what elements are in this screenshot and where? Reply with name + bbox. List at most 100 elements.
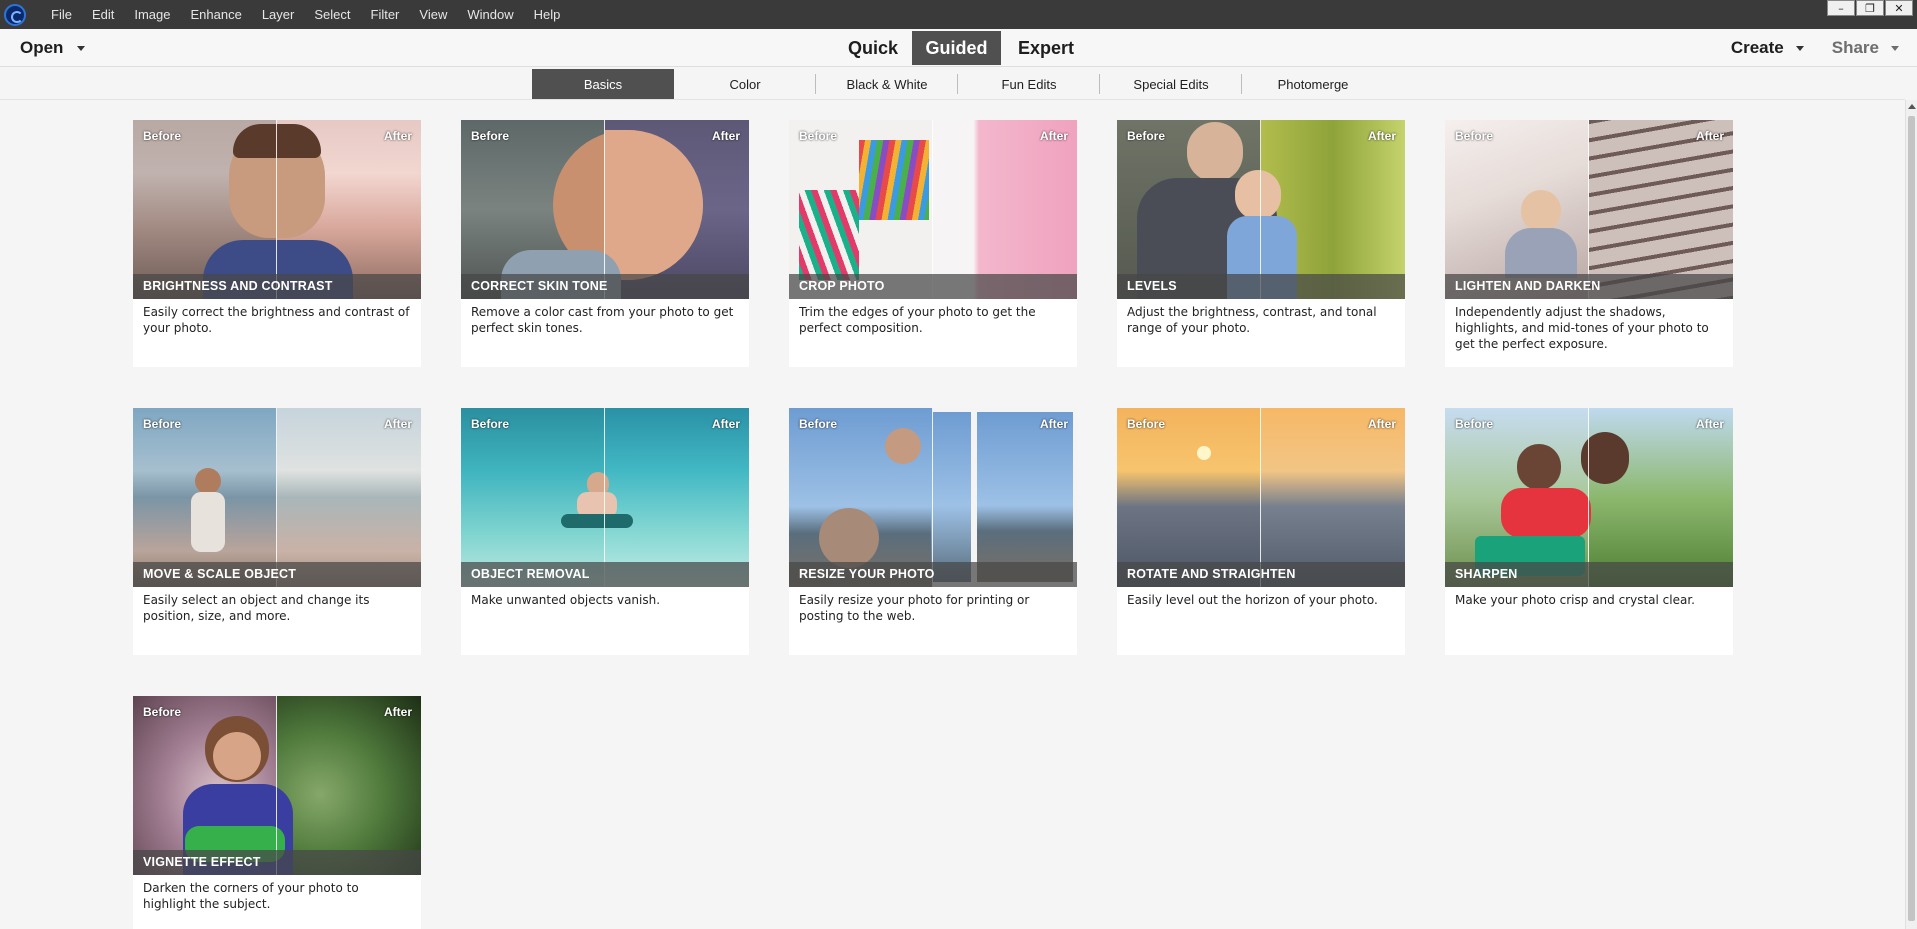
chevron-down-icon[interactable] [77,45,86,51]
share-button[interactable]: Share [1832,38,1899,58]
restore-icon[interactable]: ❐ [1856,0,1884,16]
before-after-divider [276,408,277,587]
before-label: Before [1127,417,1166,431]
before-label: Before [143,417,182,431]
tab-black-white[interactable]: Black & White [816,69,958,99]
menu-bar: File Edit Image Enhance Layer Select Fil… [0,0,1917,29]
before-label: Before [799,129,838,143]
guided-card-move-scale-object[interactable]: Before After MOVE & SCALE OBJECT Easily … [133,408,421,655]
menu-select[interactable]: Select [304,0,360,29]
close-icon[interactable]: ✕ [1885,0,1913,16]
before-label: Before [1127,129,1166,143]
tab-fun-edits[interactable]: Fun Edits [958,69,1100,99]
create-button[interactable]: Create [1731,38,1804,58]
before-after-thumbnail: Before After RESIZE YOUR PHOTO [789,408,1077,587]
before-after-thumbnail: Before After MOVE & SCALE OBJECT [133,408,421,587]
open-button[interactable]: Open [20,29,86,67]
scroll-up-icon[interactable] [1908,104,1916,109]
after-label: After [1695,417,1724,431]
before-label: Before [471,129,510,143]
before-label: Before [1455,129,1494,143]
mode-bar: Open Quick Guided Expert Create Share [0,29,1917,67]
menu-items: File Edit Image Enhance Layer Select Fil… [41,0,570,29]
scrollbar-thumb[interactable] [1908,116,1915,921]
after-label: After [711,129,740,143]
card-title: CROP PHOTO [789,274,1077,299]
before-after-divider [1260,408,1261,587]
window-controls: – ❐ ✕ [1826,0,1913,16]
before-after-divider [1588,408,1589,587]
guided-card-object-removal[interactable]: Before After OBJECT REMOVAL Make unwante… [461,408,749,655]
card-description: Easily select an object and change its p… [143,593,370,623]
card-description: Darken the corners of your photo to high… [143,881,359,911]
menu-view[interactable]: View [409,0,457,29]
share-label: Share [1831,38,1879,57]
after-label: After [711,417,740,431]
card-description: Make your photo crisp and crystal clear. [1455,593,1695,607]
card-title: VIGNETTE EFFECT [133,850,421,875]
chevron-down-icon [1891,45,1899,51]
before-after-divider [932,408,933,587]
guided-card-levels[interactable]: Before After LEVELS Adjust the brightnes… [1117,120,1405,367]
mode-guided[interactable]: Guided [912,31,1001,65]
mode-quick[interactable]: Quick [834,31,912,65]
guided-card-correct-skin-tone[interactable]: Before After CORRECT SKIN TONE Remove a … [461,120,749,367]
before-after-thumbnail: Before After VIGNETTE EFFECT [133,696,421,875]
after-label: After [383,705,412,719]
card-description: Easily correct the brightness and contra… [143,305,410,335]
app-logo-icon [0,0,29,29]
menu-file[interactable]: File [41,0,82,29]
before-after-thumbnail: Before After LEVELS [1117,120,1405,299]
after-label: After [1367,129,1396,143]
card-description: Easily resize your photo for printing or… [799,593,1030,623]
guided-card-brightness-contrast[interactable]: Before After BRIGHTNESS AND CONTRAST Eas… [133,120,421,367]
menu-filter[interactable]: Filter [361,0,410,29]
menu-enhance[interactable]: Enhance [181,0,252,29]
tab-color[interactable]: Color [674,69,816,99]
mode-expert[interactable]: Expert [1001,31,1091,65]
minimize-icon[interactable]: – [1827,0,1855,16]
tab-basics[interactable]: Basics [532,69,674,99]
before-after-thumbnail: Before After BRIGHTNESS AND CONTRAST [133,120,421,299]
menu-edit[interactable]: Edit [82,0,124,29]
before-after-divider [1260,120,1261,299]
after-label: After [383,129,412,143]
menu-help[interactable]: Help [524,0,571,29]
card-title: CORRECT SKIN TONE [461,274,749,299]
before-label: Before [143,129,182,143]
before-after-divider [604,120,605,299]
menu-image[interactable]: Image [124,0,180,29]
after-label: After [1695,129,1724,143]
guided-card-lighten-darken[interactable]: Before After LIGHTEN AND DARKEN Independ… [1445,120,1733,367]
guided-card-resize-photo[interactable]: Before After RESIZE YOUR PHOTO Easily re… [789,408,1077,655]
guided-card-sharpen[interactable]: Before After SHARPEN Make your photo cri… [1445,408,1733,655]
card-title: BRIGHTNESS AND CONTRAST [133,274,421,299]
after-label: After [1039,129,1068,143]
card-title: RESIZE YOUR PHOTO [789,562,1077,587]
before-label: Before [471,417,510,431]
guided-card-rotate-straighten[interactable]: Before After ROTATE AND STRAIGHTEN Easil… [1117,408,1405,655]
before-after-divider [276,120,277,299]
before-after-thumbnail: Before After OBJECT REMOVAL [461,408,749,587]
before-after-thumbnail: Before After SHARPEN [1445,408,1733,587]
vertical-scrollbar[interactable] [1905,100,1917,929]
card-title: OBJECT REMOVAL [461,562,749,587]
card-title: ROTATE AND STRAIGHTEN [1117,562,1405,587]
divider [0,99,1905,100]
guided-card-crop-photo[interactable]: Before After CROP PHOTO Trim the edges o… [789,120,1077,367]
tab-photomerge[interactable]: Photomerge [1242,69,1384,99]
menu-window[interactable]: Window [457,0,523,29]
before-after-thumbnail: Before After LIGHTEN AND DARKEN [1445,120,1733,299]
card-title: MOVE & SCALE OBJECT [133,562,421,587]
tab-special-edits[interactable]: Special Edits [1100,69,1242,99]
guided-card-vignette-effect[interactable]: Before After VIGNETTE EFFECT Darken the … [133,696,421,929]
right-actions: Create Share [1703,29,1899,67]
before-after-thumbnail: Before After ROTATE AND STRAIGHTEN [1117,408,1405,587]
before-label: Before [1455,417,1494,431]
card-description: Independently adjust the shadows, highli… [1455,305,1709,351]
before-after-thumbnail: Before After CROP PHOTO [789,120,1077,299]
open-label: Open [20,38,64,57]
card-description: Make unwanted objects vanish. [471,593,661,607]
create-label: Create [1730,38,1784,57]
menu-layer[interactable]: Layer [252,0,305,29]
